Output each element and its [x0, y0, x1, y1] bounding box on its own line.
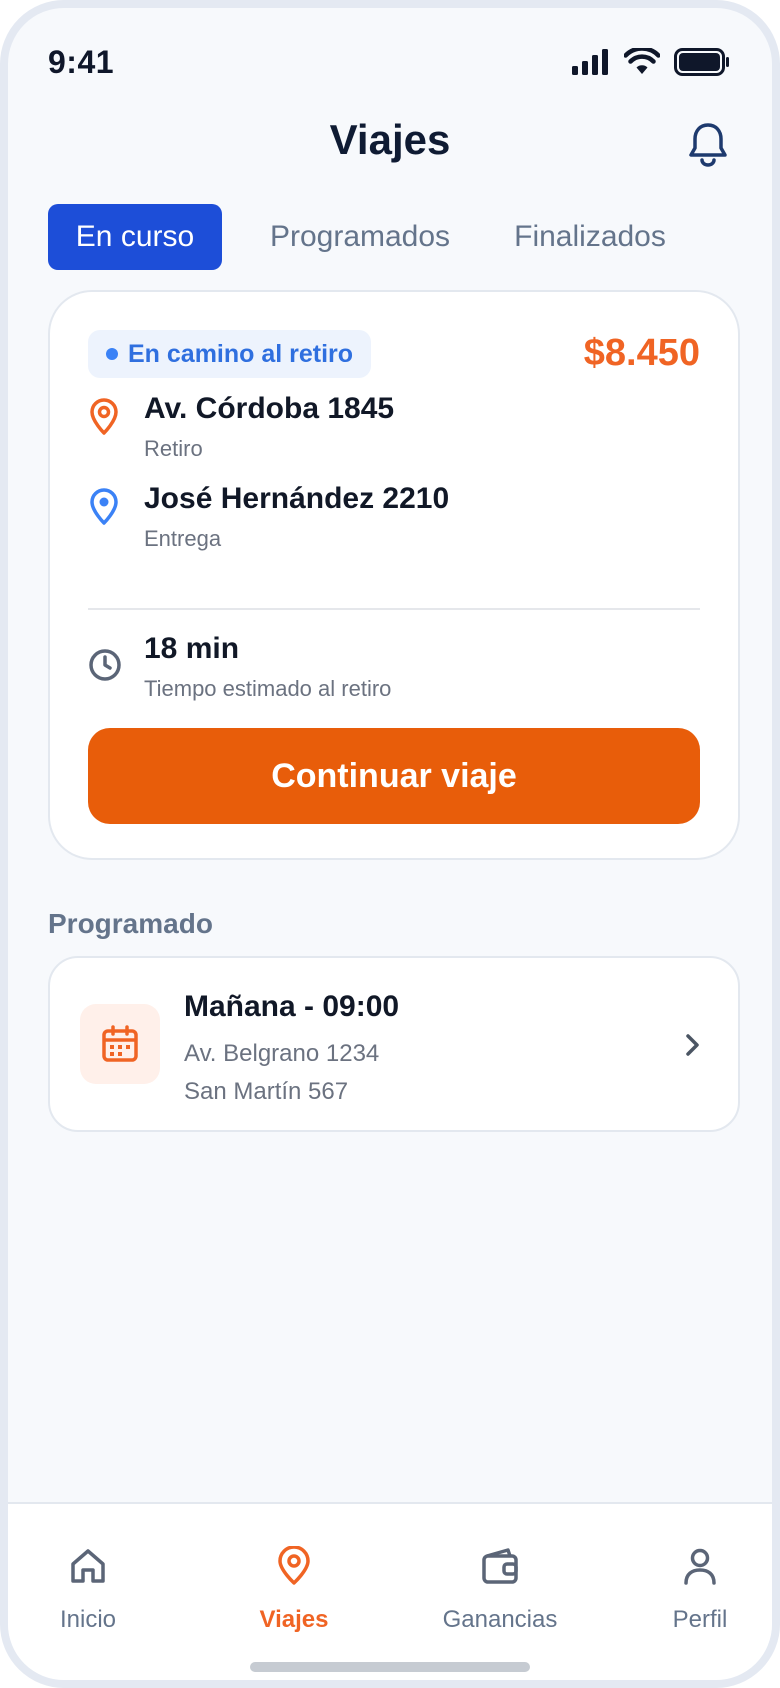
nav-label-inicio: Inicio	[59, 1606, 117, 1633]
scheduled-time: Mañana - 09:00	[184, 990, 400, 1023]
nav-ganancias[interactable]: Ganancias	[420, 1504, 580, 1644]
map-pin-icon	[278, 1546, 310, 1585]
user-icon	[684, 1548, 716, 1585]
scheduled-dropoff: San Martín 567	[184, 1078, 349, 1105]
nav-label-perfil: Perfil	[672, 1606, 728, 1633]
eta-row: 18 min Tiempo estimado al retiro	[88, 632, 708, 712]
scheduled-pickup: Av. Belgrano 1234	[184, 1040, 380, 1067]
nav-label-viajes: Viajes	[259, 1606, 329, 1633]
dropoff-label: Entrega	[144, 526, 222, 551]
card-divider	[88, 608, 700, 610]
tab-en-curso[interactable]: En curso	[48, 204, 222, 270]
status-dot	[106, 348, 118, 360]
battery-icon	[674, 48, 729, 76]
nav-label-ganancias: Ganancias	[442, 1606, 558, 1633]
phone-frame: 9:41 Viajes En curso Programados Finaliz…	[0, 0, 780, 1688]
status-time: 9:41	[48, 44, 115, 80]
dropoff-pin-icon	[90, 488, 118, 525]
nav-inicio[interactable]: Inicio	[8, 1504, 168, 1644]
pickup-label: Retiro	[144, 436, 203, 461]
trip-status-badge: En camino al retiro	[88, 330, 372, 378]
clock-icon	[89, 649, 121, 681]
chevron-right-icon	[686, 1034, 699, 1056]
scheduled-trip-card[interactable]: Mañana - 09:00 Av. Belgrano 1234 San Mar…	[48, 956, 740, 1132]
pickup-address: Av. Córdoba 1845	[144, 392, 395, 425]
nav-viajes[interactable]: Viajes	[214, 1504, 374, 1644]
tab-programados[interactable]: Programados	[258, 204, 462, 270]
pickup-stop: Av. Córdoba 1845 Retiro	[88, 392, 708, 462]
continue-trip-button[interactable]: Continuar viaje	[88, 728, 700, 824]
eta-value: 18 min	[144, 632, 240, 665]
scheduled-section-title: Programado	[48, 908, 213, 939]
home-indicator	[250, 1662, 530, 1672]
bottom-nav: Inicio Viajes Ganancias Perfil	[8, 1502, 772, 1680]
cellular-signal-icon	[572, 49, 608, 75]
dropoff-address: José Hernández 2210	[144, 482, 450, 515]
calendar-icon	[102, 1025, 138, 1062]
status-icons	[572, 48, 730, 76]
pickup-pin-icon	[90, 398, 118, 435]
wifi-icon	[624, 48, 660, 74]
page-title: Viajes	[329, 116, 451, 163]
wallet-icon	[482, 1548, 518, 1584]
trip-status-label: En camino al retiro	[128, 340, 354, 368]
trip-tabs: En curso Programados Finalizados	[48, 204, 740, 270]
trip-price: $8.450	[583, 332, 700, 374]
status-bar: 9:41	[8, 8, 772, 118]
home-icon	[71, 1549, 105, 1583]
bell-icon[interactable]	[686, 120, 730, 168]
eta-label: Tiempo estimado al retiro	[144, 676, 392, 701]
tab-finalizados[interactable]: Finalizados	[496, 204, 684, 270]
dropoff-stop: José Hernández 2210 Entrega	[88, 482, 708, 552]
nav-perfil[interactable]: Perfil	[620, 1504, 772, 1644]
calendar-icon-box	[80, 1004, 160, 1084]
current-trip-card: En camino al retiro $8.450 Av. Córdoba 1…	[48, 290, 740, 860]
